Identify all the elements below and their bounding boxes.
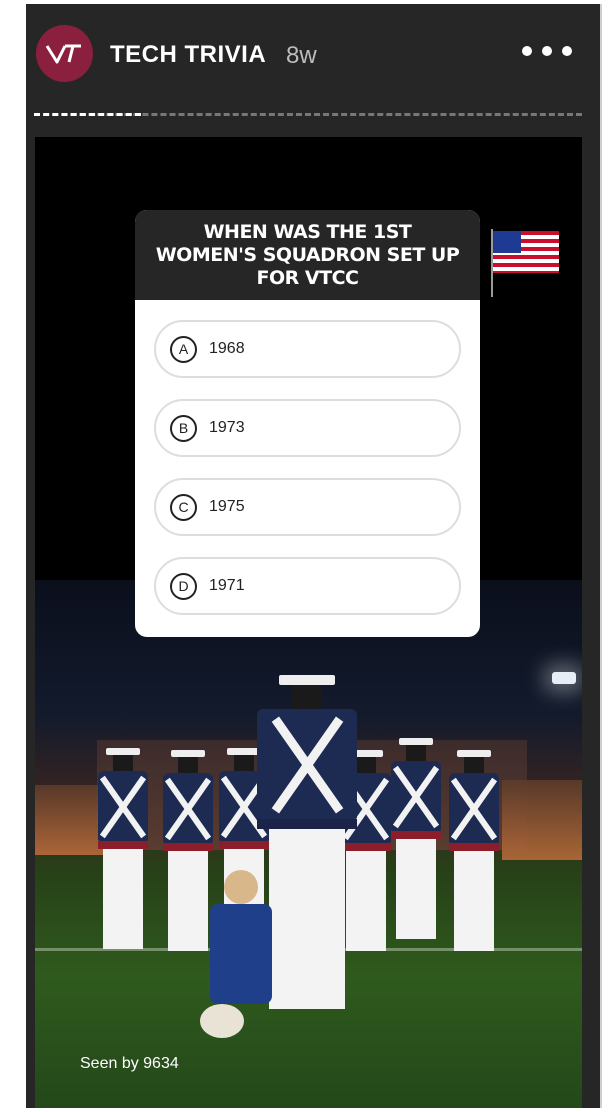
story-viewer: TECH TRIVIA 8w WHEN WAS THE 1ST WOMEN'S … <box>26 4 600 1108</box>
seen-by-count[interactable]: Seen by 9634 <box>80 1055 179 1073</box>
account-avatar[interactable] <box>36 25 93 82</box>
story-content[interactable]: WHEN WAS THE 1ST WOMEN'S SQUADRON SET UP… <box>35 137 582 1108</box>
option-text: 1971 <box>209 577 245 594</box>
lead-cadet-figure <box>257 675 357 1009</box>
quiz-option-a[interactable]: A 1968 <box>154 320 461 378</box>
quiz-options: A 1968 B 1973 C 1975 D 1971 <box>135 300 480 615</box>
option-text: 1975 <box>209 498 245 515</box>
quiz-option-d[interactable]: D 1971 <box>154 557 461 615</box>
cadet-figure <box>391 738 441 939</box>
post-age: 8w <box>286 42 317 69</box>
more-options-icon[interactable] <box>522 36 572 66</box>
account-name[interactable]: TECH TRIVIA <box>110 41 266 69</box>
quiz-option-b[interactable]: B 1973 <box>154 399 461 457</box>
vt-logo-icon <box>45 44 81 63</box>
quiz-option-c[interactable]: C 1975 <box>154 478 461 536</box>
story-progress-active <box>34 113 141 119</box>
quiz-sticker: WHEN WAS THE 1ST WOMEN'S SQUADRON SET UP… <box>135 210 480 637</box>
option-letter-badge: D <box>170 572 197 600</box>
us-flag-icon[interactable] <box>489 223 561 299</box>
mascot-dog <box>200 870 272 1040</box>
option-text: 1973 <box>209 419 245 436</box>
stadium-photo <box>35 580 582 1108</box>
option-letter-badge: A <box>170 335 197 363</box>
stadium-stands-right <box>502 780 582 860</box>
option-letter-badge: B <box>170 414 197 442</box>
cadet-figure <box>449 750 499 951</box>
option-text: 1968 <box>209 340 245 357</box>
quiz-question: WHEN WAS THE 1ST WOMEN'S SQUADRON SET UP… <box>135 210 480 300</box>
story-header: TECH TRIVIA 8w <box>26 4 600 104</box>
cadet-figure <box>163 750 213 951</box>
stadium-stands-left <box>35 785 105 855</box>
option-letter-badge: C <box>170 493 197 521</box>
stadium-light <box>552 672 576 684</box>
cadet-figure <box>98 748 148 949</box>
screen-edge <box>600 4 602 1108</box>
